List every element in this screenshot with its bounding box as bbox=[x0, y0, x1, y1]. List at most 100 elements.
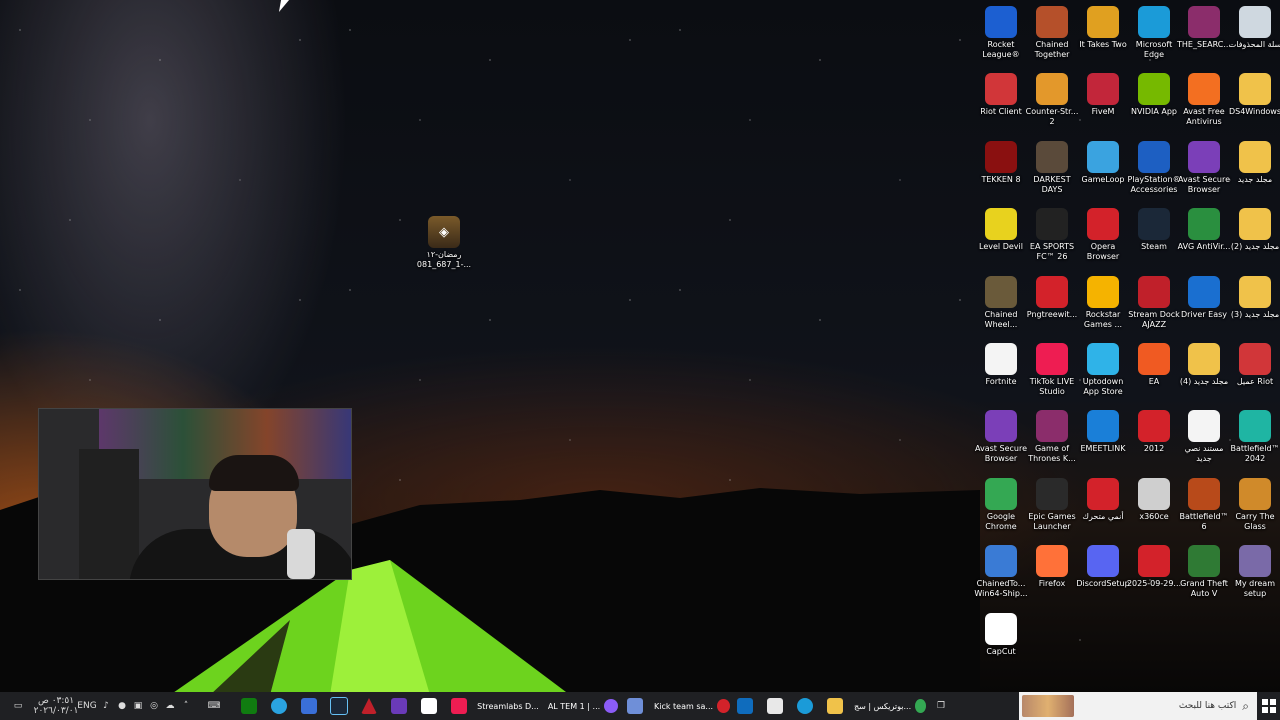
desktop-icon[interactable]: TikTok LIVE Studio bbox=[1026, 343, 1078, 397]
desktop-icon-label: مستند نصي جديد bbox=[1184, 444, 1224, 463]
desktop-icon[interactable]: مجلد جديد (4) bbox=[1178, 343, 1230, 387]
desktop-icon[interactable]: Google Chrome bbox=[975, 478, 1027, 532]
desktop-icon[interactable]: Battlefield™ 2042 bbox=[1229, 410, 1280, 464]
desktop-icon[interactable]: Counter-Str... 2 bbox=[1026, 73, 1078, 127]
emeetlink-icon bbox=[1087, 410, 1119, 442]
search-box[interactable]: اكتب هنا للبحث ⌕ bbox=[1019, 692, 1257, 720]
network-icon[interactable]: ▣ bbox=[130, 692, 146, 720]
al-team-taskbar-button[interactable]: AL TEM 1 | ... bbox=[542, 692, 620, 720]
desktop-icon[interactable]: Stream Dock AJAZZ bbox=[1128, 276, 1180, 330]
xbox-taskbar-button[interactable] bbox=[234, 692, 264, 720]
desktop-icon[interactable]: Chained Together bbox=[1026, 6, 1078, 60]
desktop-icon[interactable]: Avast Free Antivirus bbox=[1178, 73, 1230, 127]
desktop-icon[interactable]: DARKEST DAYS bbox=[1026, 141, 1078, 195]
desktop-icon-label: Chained Together bbox=[1034, 40, 1070, 59]
desktop-icon[interactable]: Rocket League® bbox=[975, 6, 1027, 60]
desktop-icon[interactable]: Microsoft Edge bbox=[1128, 6, 1180, 60]
capture-taskbar-button[interactable] bbox=[384, 692, 414, 720]
desktop-icon[interactable]: Steam bbox=[1128, 208, 1180, 252]
stream-dock-taskbar-button[interactable] bbox=[354, 692, 384, 720]
desktop-icon[interactable]: أنمي متحرك bbox=[1077, 478, 1129, 522]
desktop-icon[interactable]: Avast Secure Browser bbox=[1178, 141, 1230, 195]
desktop-icon[interactable]: Firefox bbox=[1026, 545, 1078, 589]
desktop-icon[interactable]: Level Devil bbox=[975, 208, 1027, 252]
capture-icon bbox=[391, 698, 407, 714]
desktop-icon[interactable]: THE_SEARC... bbox=[1177, 6, 1231, 50]
desktop-icon[interactable]: GameLoop bbox=[1077, 141, 1129, 185]
desktop-icon-label: Google Chrome bbox=[985, 512, 1017, 531]
clock[interactable]: ٠٣:٥١ ص ٢٠٢٦/٠٣/٠١ bbox=[34, 692, 79, 720]
desktop-icon[interactable]: Driver Easy bbox=[1178, 276, 1230, 320]
desktop-icon[interactable]: DiscordSetup bbox=[1076, 545, 1130, 589]
opera-icon bbox=[1036, 276, 1068, 308]
desktop-icon[interactable]: Avast Secure Browser bbox=[975, 410, 1027, 464]
outlook-taskbar-button[interactable] bbox=[730, 692, 760, 720]
tray-app-icon[interactable]: ◎ bbox=[146, 692, 162, 720]
steam-icon bbox=[1138, 208, 1170, 240]
desktop-icon[interactable]: FiveM bbox=[1077, 73, 1129, 117]
desktop-icon[interactable]: It Takes Two bbox=[1077, 6, 1129, 50]
desktop-icon[interactable]: Rockstar Games ... bbox=[1077, 276, 1129, 330]
desktop-icon[interactable]: Epic Games Launcher bbox=[1026, 478, 1078, 532]
desktop-icon[interactable]: EA bbox=[1128, 343, 1180, 387]
desktop-icon[interactable]: عميل Riot bbox=[1229, 343, 1280, 387]
desktop-icon[interactable]: My dream setup bbox=[1229, 545, 1280, 599]
desktop-icon[interactable]: Chained Wheel... bbox=[975, 276, 1027, 330]
desktop-icon[interactable]: PlayStation® Accessories bbox=[1127, 141, 1181, 195]
task-view-button[interactable]: ❐ bbox=[926, 692, 956, 720]
tiktok-taskbar-button[interactable] bbox=[444, 692, 474, 720]
show-hidden-icons-chevron-icon[interactable]: ˄ bbox=[178, 692, 194, 720]
edge-taskbar-button[interactable] bbox=[790, 692, 820, 720]
desktop-icon[interactable]: سلة المحذوفات bbox=[1229, 6, 1280, 50]
store-taskbar-button[interactable] bbox=[760, 692, 790, 720]
telegram-taskbar-button[interactable] bbox=[264, 692, 294, 720]
volume-icon[interactable]: ♪ bbox=[98, 692, 114, 720]
desktop-icon[interactable]: مستند نصي جديد bbox=[1178, 410, 1230, 464]
desktop-icon[interactable]: 2012 bbox=[1128, 410, 1180, 454]
kick-taskbar-button[interactable]: Kick team sa... bbox=[650, 692, 730, 720]
desktop-icon[interactable]: TEKKEN 8 bbox=[975, 141, 1027, 185]
notifications-button[interactable]: ▭ bbox=[0, 692, 36, 720]
desktop-icon[interactable]: AVG AntiVir... bbox=[1178, 208, 1230, 252]
steam-taskbar-button[interactable] bbox=[324, 692, 354, 720]
chrome-taskbar-button[interactable]: بوتريكس | سج... bbox=[850, 692, 926, 720]
desktop-icon-center-file[interactable]: ◈ رمضان-١٢ -1_687_081... bbox=[417, 216, 471, 270]
touch-keyboard-icon[interactable]: ⌨ bbox=[194, 692, 234, 720]
folder-icon bbox=[827, 698, 843, 714]
desktop-icon[interactable]: ChainedTo... Win64-Ship... bbox=[974, 545, 1028, 599]
streamlabs-taskbar-button[interactable]: Streamlabs D... bbox=[474, 692, 542, 720]
onedrive-icon[interactable]: ☁ bbox=[162, 692, 178, 720]
desktop-icon[interactable]: CapCut bbox=[975, 613, 1027, 657]
desktop-icon[interactable]: Battlefield™ 6 bbox=[1178, 478, 1230, 532]
desktop-icon[interactable]: NVIDIA App bbox=[1128, 73, 1180, 117]
desktop-icon[interactable]: مجلد جديد (3) bbox=[1229, 276, 1280, 320]
desktop-icon-label: مجلد جديد bbox=[1237, 175, 1273, 184]
desktop-icon[interactable]: EMEETLINK bbox=[1077, 410, 1129, 454]
desktop-icon[interactable]: مجلد جديد (2) bbox=[1229, 208, 1280, 252]
desktop-icon[interactable]: Game of Thrones K... bbox=[1026, 410, 1078, 464]
uptodown-icon bbox=[1087, 343, 1119, 375]
desktop-icon[interactable]: x360ce bbox=[1128, 478, 1180, 522]
desktop-icon[interactable]: 2025-09-29... bbox=[1127, 545, 1181, 589]
language-indicator[interactable]: ENG bbox=[76, 692, 98, 720]
microphone-icon[interactable]: ● bbox=[114, 692, 130, 720]
desktop-icon[interactable]: Uptodown App Store bbox=[1077, 343, 1129, 397]
desktop-icon[interactable]: Opera Browser bbox=[1077, 208, 1129, 262]
winrar-archive-icon bbox=[1036, 410, 1068, 442]
start-button[interactable] bbox=[1257, 692, 1280, 720]
app-taskbar-button[interactable] bbox=[294, 692, 324, 720]
webcam-microphone bbox=[287, 529, 315, 579]
desktop-icon[interactable]: Carry The Glass bbox=[1229, 478, 1280, 532]
battlefield-2042-icon bbox=[1239, 410, 1271, 442]
desktop-icon[interactable]: Riot Client bbox=[975, 73, 1027, 117]
desktop-icon[interactable]: Fortnite bbox=[975, 343, 1027, 387]
desktop-icon[interactable]: مجلد جديد bbox=[1229, 141, 1280, 185]
desktop-icon[interactable]: Pngtreewit... bbox=[1026, 276, 1078, 320]
desktop-icon[interactable]: DS4Windows bbox=[1229, 73, 1280, 117]
desktop-icon[interactable]: Grand Theft Auto V bbox=[1178, 545, 1230, 599]
desktop-icon[interactable]: EA SPORTS FC™ 26 bbox=[1026, 208, 1078, 262]
file-explorer-taskbar-button[interactable] bbox=[820, 692, 850, 720]
notepad-taskbar-button[interactable] bbox=[620, 692, 650, 720]
desktop-icon-label: It Takes Two bbox=[1079, 40, 1127, 49]
capcut-taskbar-button[interactable] bbox=[414, 692, 444, 720]
